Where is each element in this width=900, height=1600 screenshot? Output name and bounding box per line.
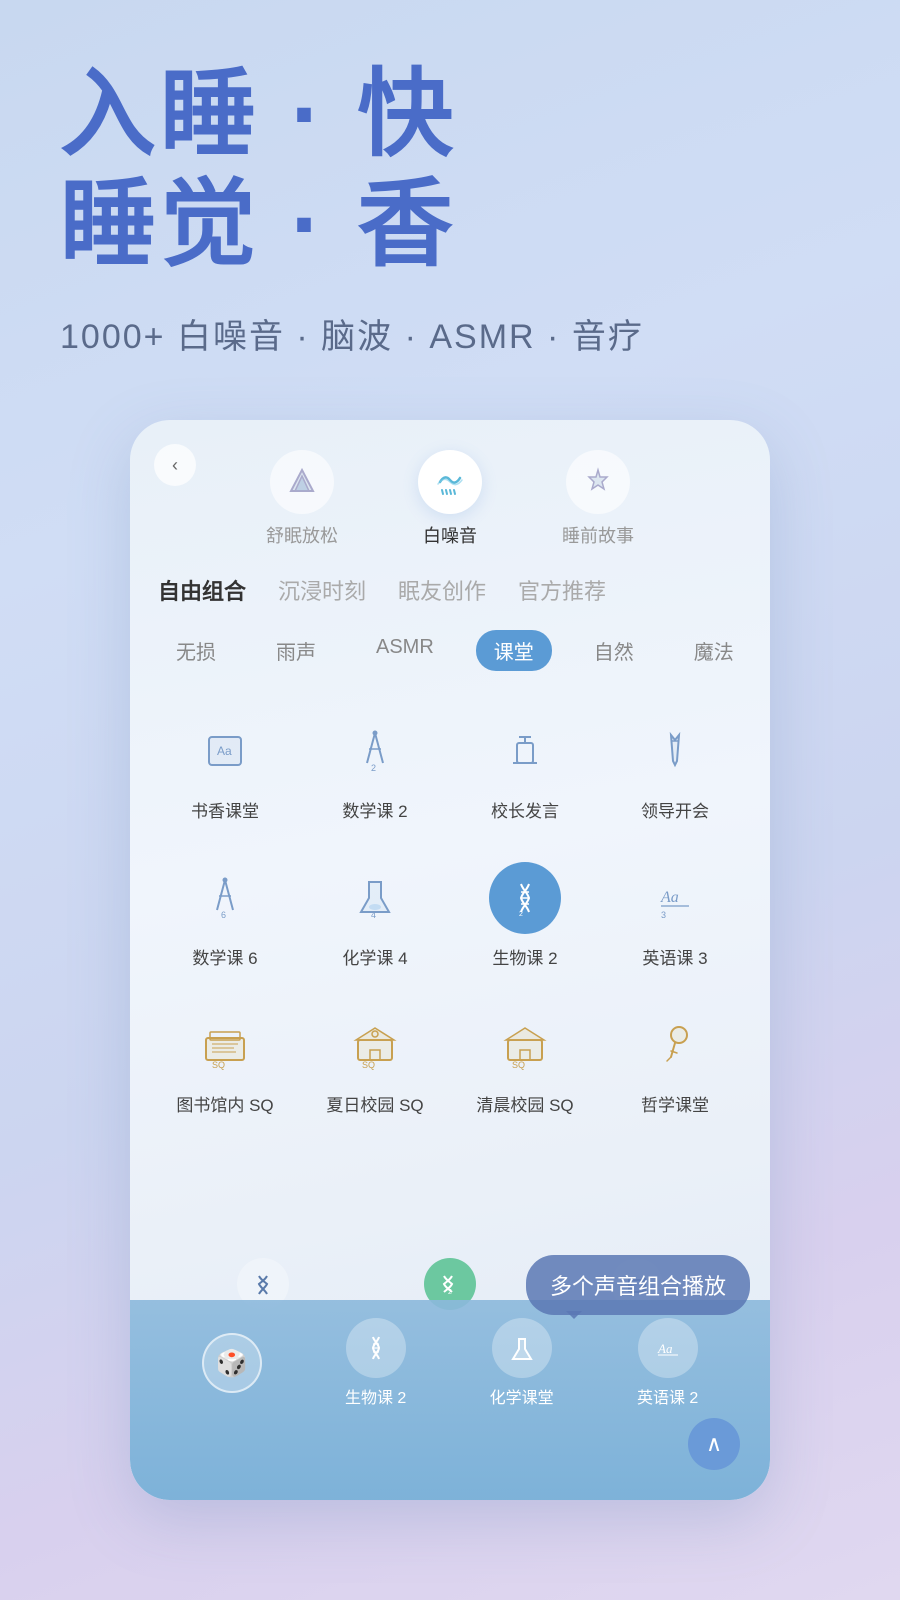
- svg-text:SQ: SQ: [512, 1060, 525, 1070]
- player-english-icon: Aa: [638, 1318, 698, 1378]
- school2-icon: SQ: [489, 1009, 561, 1081]
- sound-bio2[interactable]: 2 生物课 2: [454, 842, 596, 981]
- sound-english3[interactable]: Aa 3 英语课 3: [604, 842, 746, 981]
- filter-row: 无损 雨声 ASMR 课堂 自然 魔法 脑波: [130, 622, 770, 687]
- whitenoise-label: 白噪音: [423, 522, 477, 548]
- sound-grid: Aa 书香课堂 2 数学课 2: [130, 687, 770, 1136]
- filter-wusun[interactable]: 无损: [158, 630, 234, 671]
- sound-summer[interactable]: SQ 夏日校园 SQ: [304, 989, 446, 1128]
- player-bio-icon: [346, 1318, 406, 1378]
- player-bio-label: 生物课 2: [345, 1384, 406, 1408]
- book-icon: Aa: [189, 715, 261, 787]
- filter-asmr[interactable]: ASMR: [358, 630, 452, 671]
- player-chem-icon: [492, 1318, 552, 1378]
- compass-icon: 2: [339, 715, 411, 787]
- tab-icons-row: 舒眠放松 白噪音 睡前故事: [130, 420, 770, 558]
- svg-text:2: 2: [371, 763, 376, 773]
- hero-section: 入睡 · 快 睡觉 · 香 1000+ 白噪音 · 脑波 · ASMR · 音疗: [0, 0, 900, 388]
- relax-label: 舒眠放松: [266, 522, 338, 548]
- sound-meeting[interactable]: 领导开会: [604, 695, 746, 834]
- cat-tab-chengjin[interactable]: 沉浸时刻: [278, 574, 366, 606]
- think-icon: [639, 1009, 711, 1081]
- category-tabs: 自由组合 沉浸时刻 眠友创作 官方推荐: [130, 558, 770, 622]
- svg-text:Aa: Aa: [217, 744, 232, 758]
- filter-mofa[interactable]: 魔法: [676, 630, 752, 671]
- dice-icon: 🎲: [202, 1333, 262, 1393]
- sound-summer-label: 夏日校园 SQ: [326, 1091, 423, 1116]
- tab-story[interactable]: 睡前故事: [562, 450, 634, 548]
- hero-subtitle: 1000+ 白噪音 · 脑波 · ASMR · 音疗: [60, 309, 840, 358]
- sound-english3-label: 英语课 3: [642, 944, 707, 969]
- sound-chem4-label: 化学课 4: [342, 944, 407, 969]
- hero-title: 入睡 · 快 睡觉 · 香: [60, 60, 840, 281]
- filter-yusheng[interactable]: 雨声: [258, 630, 334, 671]
- sound-math2-label: 数学课 2: [342, 797, 407, 822]
- svg-text:Aa: Aa: [657, 1341, 673, 1356]
- sound-math2[interactable]: 2 数学课 2: [304, 695, 446, 834]
- flask-icon: 4: [339, 862, 411, 934]
- cat-tab-ziyou[interactable]: 自由组合: [158, 574, 246, 606]
- player-items: 🎲 生物课 2: [130, 1300, 770, 1416]
- sound-principal-label: 校长发言: [491, 797, 559, 822]
- sound-chem4[interactable]: 4 化学课 4: [304, 842, 446, 981]
- svg-text:SQ: SQ: [362, 1060, 375, 1070]
- sound-shuxiang-label: 书香课堂: [191, 797, 259, 822]
- player-bio[interactable]: 生物课 2: [345, 1318, 406, 1408]
- sound-principal[interactable]: 校长发言: [454, 695, 596, 834]
- hero-line1: 入睡 · 快: [60, 60, 840, 170]
- sound-philosophy[interactable]: 哲学课堂: [604, 989, 746, 1128]
- phone-mockup: ‹ 舒眠放松 白噪音: [130, 420, 770, 1500]
- sound-math6-label: 数学课 6: [192, 944, 257, 969]
- school-icon: SQ: [339, 1009, 411, 1081]
- podium-icon: [489, 715, 561, 787]
- svg-text:4: 4: [371, 910, 376, 920]
- sound-morning[interactable]: SQ 清晨校园 SQ: [454, 989, 596, 1128]
- sound-library-label: 图书馆内 SQ: [176, 1091, 273, 1116]
- player-english-label: 英语课 2: [637, 1384, 698, 1408]
- library-icon: SQ: [189, 1009, 261, 1081]
- sound-bio2-label: 生物课 2: [492, 944, 557, 969]
- svg-text:Aa: Aa: [660, 889, 679, 906]
- svg-text:3: 3: [661, 910, 666, 920]
- player-chem[interactable]: 化学课堂: [490, 1318, 554, 1408]
- sound-shuxiang[interactable]: Aa 书香课堂: [154, 695, 296, 834]
- player-chem-label: 化学课堂: [490, 1384, 554, 1408]
- sound-philosophy-label: 哲学课堂: [641, 1091, 709, 1116]
- compass2-icon: 6: [189, 862, 261, 934]
- cat-tab-guanfang[interactable]: 官方推荐: [518, 574, 606, 606]
- sound-meeting-label: 领导开会: [641, 797, 709, 822]
- sound-math6[interactable]: 6 数学课 6: [154, 842, 296, 981]
- bottom-player-bar: 🎲 生物课 2: [130, 1300, 770, 1500]
- filter-ziran[interactable]: 自然: [576, 630, 652, 671]
- cat-tab-mianyou[interactable]: 眠友创作: [398, 574, 486, 606]
- relax-icon: [270, 450, 334, 514]
- text-icon: Aa 3: [639, 862, 711, 934]
- sound-library[interactable]: SQ 图书馆内 SQ: [154, 989, 296, 1128]
- story-icon: [566, 450, 630, 514]
- dna-icon: 2: [489, 862, 561, 934]
- back-button[interactable]: ‹: [154, 444, 196, 486]
- hero-line2: 睡觉 · 香: [60, 170, 840, 280]
- tab-whitenoise[interactable]: 白噪音: [418, 450, 482, 548]
- svg-text:2: 2: [519, 911, 523, 918]
- whitenoise-icon: [418, 450, 482, 514]
- sound-morning-label: 清晨校园 SQ: [476, 1091, 573, 1116]
- dice-button[interactable]: 🎲: [202, 1333, 262, 1393]
- svg-text:6: 6: [221, 910, 226, 920]
- tie-icon: [639, 715, 711, 787]
- player-english[interactable]: Aa 英语课 2: [637, 1318, 698, 1408]
- story-label: 睡前故事: [562, 522, 634, 548]
- up-button[interactable]: ∧: [688, 1418, 740, 1470]
- filter-ketang[interactable]: 课堂: [476, 630, 552, 671]
- svg-text:2: 2: [448, 1289, 452, 1296]
- tooltip-bubble: 多个声音组合播放: [526, 1255, 750, 1315]
- svg-text:SQ: SQ: [212, 1060, 225, 1070]
- tab-relax[interactable]: 舒眠放松: [266, 450, 338, 548]
